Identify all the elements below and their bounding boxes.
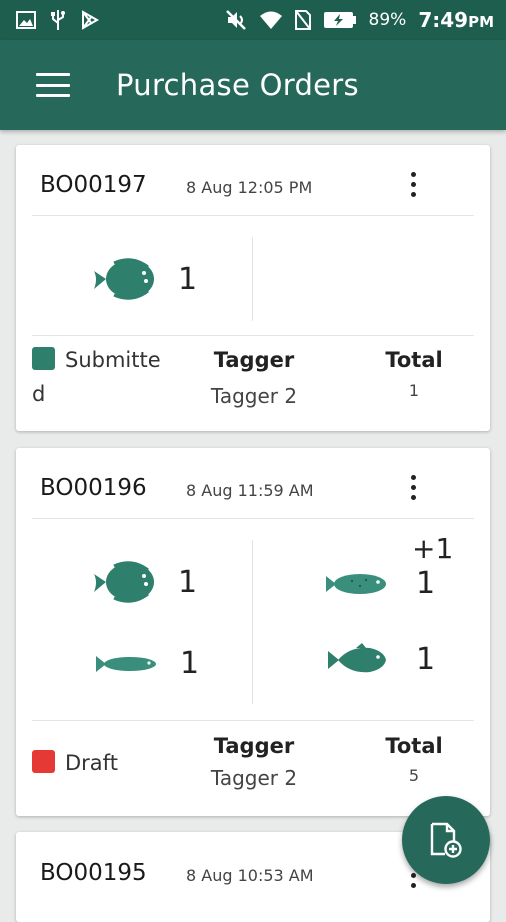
order-date: 8 Aug 11:59 AM bbox=[186, 481, 314, 500]
order-card[interactable]: BO00196 8 Aug 11:59 AM +1 1 1 1 1 Draft … bbox=[16, 448, 490, 816]
new-document-icon bbox=[430, 822, 462, 858]
divider bbox=[252, 237, 253, 321]
trout-icon bbox=[326, 573, 386, 594]
item-count: 1 bbox=[416, 642, 436, 677]
more-options-icon[interactable] bbox=[408, 474, 420, 502]
clock: 7:49PM bbox=[418, 8, 494, 32]
order-card-header: BO00196 8 Aug 11:59 AM bbox=[16, 448, 490, 518]
item-count: 1 bbox=[416, 566, 436, 601]
order-item: 1 bbox=[326, 642, 435, 677]
mute-icon bbox=[225, 10, 246, 30]
divider bbox=[32, 720, 474, 721]
more-options-icon[interactable] bbox=[408, 171, 420, 199]
play-store-icon bbox=[82, 10, 100, 30]
order-item: 1 bbox=[92, 560, 197, 604]
status-bar: 89% 7:49PM bbox=[0, 0, 506, 40]
order-item: 1 bbox=[94, 646, 199, 681]
divider bbox=[32, 335, 474, 336]
tagger-value: Tagger 2 bbox=[210, 384, 298, 408]
item-count: 1 bbox=[178, 261, 198, 297]
item-count: 1 bbox=[178, 564, 198, 600]
order-id: BO00195 bbox=[40, 860, 147, 886]
hamburger-menu-icon[interactable] bbox=[36, 73, 70, 97]
tagger-header: Tagger bbox=[213, 734, 295, 758]
wifi-icon bbox=[259, 11, 282, 29]
order-date: 8 Aug 10:53 AM bbox=[186, 866, 314, 885]
battery-charging-icon bbox=[323, 12, 356, 28]
total-value: 1 bbox=[408, 381, 420, 400]
divider bbox=[32, 518, 474, 519]
salmon-icon bbox=[328, 642, 386, 672]
divider bbox=[252, 540, 253, 704]
order-status: Draft bbox=[65, 751, 118, 775]
new-purchase-order-button[interactable] bbox=[402, 796, 490, 884]
page-title: Purchase Orders bbox=[116, 68, 359, 102]
order-card[interactable]: BO00197 8 Aug 12:05 PM 1 Submitte d Tagg… bbox=[16, 145, 490, 431]
image-notification-icon bbox=[16, 11, 36, 29]
order-item: 1 bbox=[92, 257, 197, 301]
order-card-header: BO00197 8 Aug 12:05 PM bbox=[16, 145, 490, 215]
item-count: 1 bbox=[180, 646, 200, 681]
order-date: 8 Aug 12:05 PM bbox=[186, 178, 313, 197]
total-header: Total bbox=[385, 348, 443, 372]
total-header: Total bbox=[385, 734, 443, 758]
divider bbox=[32, 215, 474, 216]
order-id: BO00196 bbox=[40, 475, 147, 501]
tagger-value: Tagger 2 bbox=[210, 766, 298, 790]
order-status: Submitte d bbox=[32, 348, 161, 406]
total-value: 5 bbox=[408, 766, 420, 785]
extra-items-badge: +1 bbox=[412, 532, 454, 565]
no-sim-icon bbox=[294, 10, 311, 30]
sardine-icon bbox=[96, 655, 156, 672]
flatfish-icon bbox=[94, 561, 154, 603]
tagger-header: Tagger bbox=[213, 348, 295, 372]
order-item: 1 bbox=[324, 566, 435, 601]
app-bar: Purchase Orders bbox=[0, 40, 506, 130]
usb-icon bbox=[51, 10, 65, 30]
battery-percent: 89% bbox=[368, 10, 407, 30]
flatfish-icon bbox=[94, 258, 154, 300]
order-id: BO00197 bbox=[40, 172, 147, 198]
